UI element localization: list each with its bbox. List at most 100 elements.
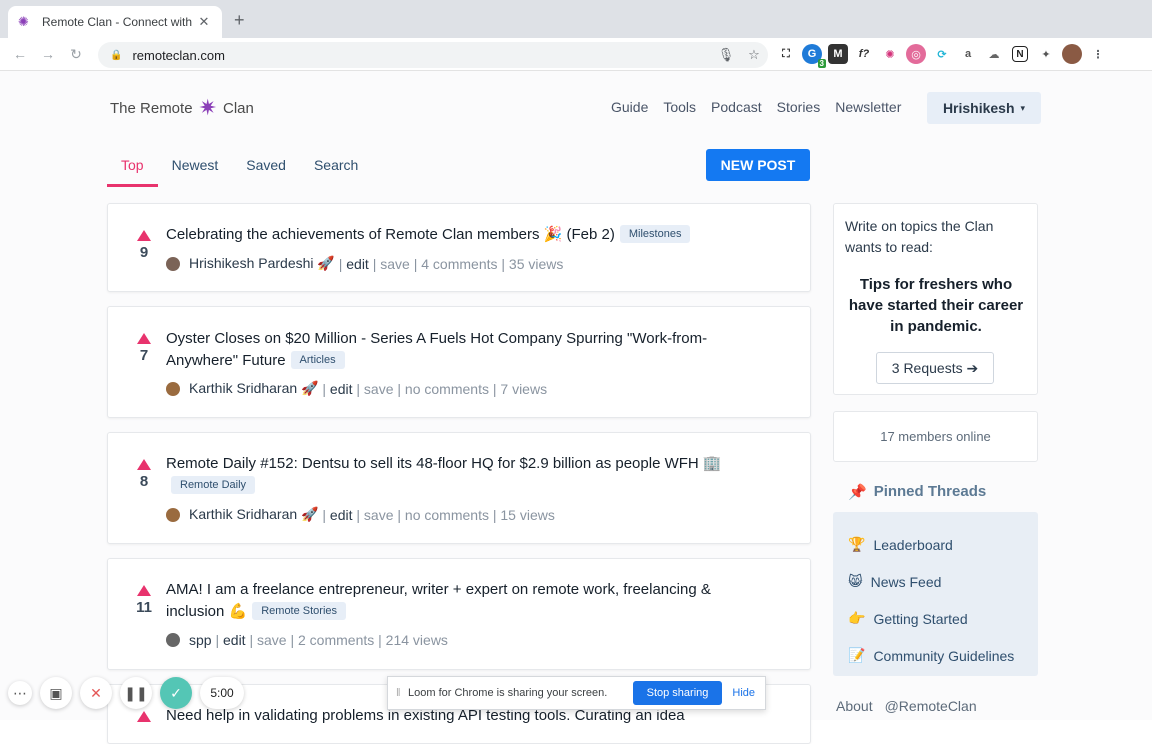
microphone-icon[interactable]: 🎙 [712,47,740,63]
post-meta: Karthik Sridharan 🚀 | edit | save | no c… [166,380,547,397]
nav-podcast[interactable]: Podcast [711,99,762,115]
back-icon[interactable]: ← [6,46,34,62]
site-logo[interactable]: The Remote ✷ Clan [110,95,254,121]
post-title[interactable]: Remote Daily #152: Dentsu to sell its 48… [166,453,750,497]
post-views: 35 views [508,255,564,272]
loom-extension-icon[interactable]: ◎ [906,44,926,64]
upvote-arrow-icon[interactable] [137,333,151,344]
pinned-item[interactable]: 👉 Getting Started [848,600,1038,637]
upvote-arrow-icon[interactable] [137,459,151,470]
post-comments[interactable]: no comments [405,507,489,523]
post-save-link[interactable]: save [364,507,394,523]
pointing-hand-icon: 👉 [848,610,866,626]
post-author[interactable]: Hrishikesh Pardeshi 🚀 [189,255,335,272]
post-title-text[interactable]: Remote Daily #152: Dentsu to sell its 48… [166,455,722,472]
nav-stories[interactable]: Stories [777,99,821,115]
requested-topic[interactable]: Tips for freshers who have started their… [846,274,1026,337]
recording-timer: 5:00 [200,677,244,709]
requests-button[interactable]: 3 Requests ➔ [876,352,994,384]
menu-kebab-icon[interactable]: ⋮ [1088,44,1108,64]
post-title-text[interactable]: Celebrating the achievements of Remote C… [166,226,615,243]
post-title-text[interactable]: Oyster Closes on $20 Million - Series A … [166,330,707,369]
new-post-button[interactable]: NEW POST [706,149,810,181]
reload-icon[interactable]: ↻ [62,46,90,63]
sync-extension-icon[interactable]: ⟳ [932,44,952,64]
pinned-item[interactable]: 🏆 Leaderboard [848,526,1038,563]
user-menu-button[interactable]: Hrishikesh ▾ [927,92,1041,124]
post-meta: Karthik Sridharan 🚀 | edit | save | no c… [166,506,555,523]
post-author[interactable]: spp [189,632,212,648]
pinned-item-label[interactable]: Community Guidelines [873,648,1014,664]
post-tag[interactable]: Remote Daily [171,476,256,494]
new-tab-icon[interactable]: + [234,10,245,31]
online-members[interactable]: 17 members online [834,412,1037,462]
feed-tabs: Top Newest Saved Search [107,153,372,187]
post-edit-link[interactable]: edit [330,381,353,397]
finish-recording-icon[interactable]: ✓ [160,677,192,709]
post-comments[interactable]: 2 comments [298,632,374,648]
post-title[interactable]: Celebrating the achievements of Remote C… [166,224,750,246]
post-save-link[interactable]: save [380,256,410,272]
cancel-recording-icon[interactable]: ✕ [80,677,112,709]
hide-button[interactable]: Hide [732,687,755,699]
footer-twitter-link[interactable]: @RemoteClan [885,698,977,714]
gmail-extension-icon[interactable]: M [828,44,848,64]
post-edit-link[interactable]: edit [330,507,353,523]
upvote-arrow-icon[interactable] [137,230,151,241]
pause-icon[interactable]: ❚❚ [120,677,152,709]
camera-toggle-icon[interactable]: ▣ [40,677,72,709]
post-tag[interactable]: Remote Stories [252,602,347,620]
footer-about-link[interactable]: About [836,698,873,714]
post-author[interactable]: Karthik Sridharan 🚀 [189,506,319,523]
post-comments[interactable]: no comments [405,381,489,397]
color-extension-icon[interactable]: ✺ [880,44,900,64]
post-comments[interactable]: 4 comments [421,256,497,272]
post-edit-link[interactable]: edit [223,632,246,648]
post-views: 15 views [500,506,555,523]
puzzle-extensions-icon[interactable]: ✦ [1036,44,1056,64]
upvote-arrow-icon[interactable] [137,585,151,596]
post-card: 11 AMA! I am a freelance entrepreneur, w… [107,558,811,670]
profile-avatar[interactable] [1062,44,1082,64]
pinned-item-label[interactable]: Leaderboard [873,537,952,553]
pinned-item[interactable]: 😸 News Feed [848,563,1038,600]
screenshot-extension-icon[interactable]: ⛶ [776,44,796,64]
drag-handle-icon[interactable]: ‖ [396,687,402,699]
more-options-icon[interactable]: ⋯ [8,681,32,705]
nav-newsletter[interactable]: Newsletter [835,99,901,115]
post-author[interactable]: Karthik Sridharan 🚀 [189,380,319,397]
post-title[interactable]: Oyster Closes on $20 Million - Series A … [166,328,750,372]
post-save-link[interactable]: save [257,632,287,648]
forward-icon[interactable]: → [34,46,62,62]
loom-recording-controls: ⋯ ▣ ✕ ❚❚ ✓ 5:00 [8,677,244,709]
post-tag[interactable]: Articles [290,351,345,369]
topic-requests-box: Write on topics the Clan wants to read: … [833,203,1038,395]
notion-extension-icon[interactable]: N [1012,46,1028,62]
post-save-link[interactable]: save [364,381,394,397]
text-extension-icon[interactable]: a [958,44,978,64]
grammar-extension-icon[interactable]: G3 [802,44,826,68]
tab-search[interactable]: Search [300,153,372,187]
post-edit-link[interactable]: edit [346,256,369,272]
stop-sharing-button[interactable]: Stop sharing [632,681,723,705]
upvote-arrow-icon[interactable] [137,711,151,722]
tab-top[interactable]: Top [107,153,158,187]
post-tag[interactable]: Milestones [619,225,691,243]
tab-newest[interactable]: Newest [158,153,233,187]
address-bar[interactable]: 🔒 remoteclan.com 🎙 ☆ [98,42,768,68]
pinned-item-label[interactable]: Getting Started [873,611,967,627]
post-title-text[interactable]: AMA! I am a freelance entrepreneur, writ… [166,581,711,620]
browser-tab[interactable]: ✺ Remote Clan - Connect with re ✕ [8,6,222,38]
tab-saved[interactable]: Saved [232,153,300,187]
pinned-item-label[interactable]: News Feed [871,574,942,590]
logo-text-left: The Remote [110,99,193,117]
cloud-extension-icon[interactable]: ☁ [984,44,1004,64]
pinned-item[interactable]: 📝 Community Guidelines [848,637,1038,674]
formula-extension-icon[interactable]: f? [854,44,874,64]
nav-guide[interactable]: Guide [611,99,648,115]
close-tab-icon[interactable]: ✕ [196,14,212,30]
post-title[interactable]: AMA! I am a freelance entrepreneur, writ… [166,579,750,623]
nav-tools[interactable]: Tools [663,99,696,115]
bookmark-star-icon[interactable]: ☆ [740,47,768,63]
pushpin-icon: 📌 [848,484,867,501]
